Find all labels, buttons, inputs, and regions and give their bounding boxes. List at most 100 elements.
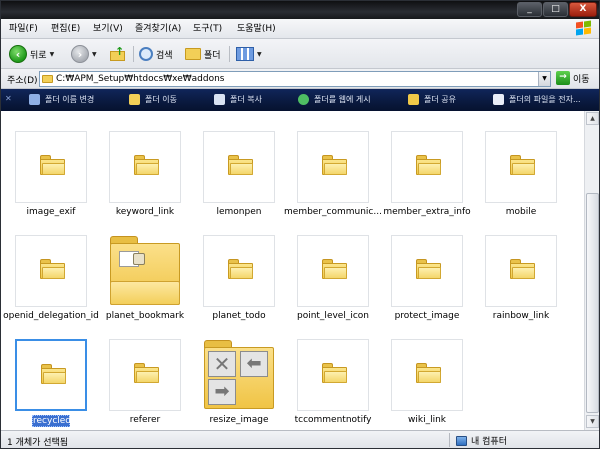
folder-item[interactable]: wiki_link (379, 339, 475, 439)
back-label: 뒤로 (30, 50, 47, 61)
go-button[interactable]: → 이동 (556, 71, 590, 85)
status-separator (449, 433, 450, 447)
status-bar: 1 개체가 선택됨 내 컴퓨터 (1, 430, 599, 448)
folder-tasks-bar: ✕ 폴더 이름 변경 폴더 이동 폴더 복사 폴더를 웹에 게시 폴더 공유 폴… (1, 89, 599, 111)
go-arrow-icon: → (556, 71, 570, 85)
maximize-button[interactable]: □ (543, 2, 568, 17)
move-icon (129, 94, 140, 105)
up-folder-icon: ↑ (109, 45, 127, 62)
folder-name: openid_delegation_id (3, 311, 99, 321)
menu-tools[interactable]: 도구(T) (193, 23, 222, 35)
task-copy-folder[interactable]: 폴더 복사 (214, 94, 262, 105)
folder-thumbnail (297, 339, 369, 411)
folder-item[interactable]: point_level_icon (285, 235, 381, 335)
folder-icon (228, 259, 253, 279)
menu-file[interactable]: 파일(F) (9, 23, 38, 35)
folder-name: member_communic... (284, 207, 382, 217)
back-dropdown-icon[interactable]: ▼ (50, 51, 55, 58)
folder-item[interactable]: protect_image (379, 235, 475, 335)
task-publish-folder[interactable]: 폴더를 웹에 게시 (298, 94, 371, 105)
folder-item[interactable]: image_exif (3, 131, 99, 231)
folder-icon (510, 155, 535, 175)
folder-thumbnail (15, 131, 87, 203)
go-label: 이동 (573, 74, 590, 85)
folder-name: wiki_link (408, 415, 446, 425)
folder-thumbnail (109, 235, 181, 307)
copy-icon (214, 94, 225, 105)
large-folder-icon (109, 235, 181, 307)
folder-item[interactable]: ✕ ⬅ ➡ resize_image (191, 339, 287, 439)
file-list-view[interactable]: image_exif keyword_link lemonpen member_… (1, 111, 584, 430)
task-rename-folder[interactable]: 폴더 이름 변경 (29, 94, 94, 105)
folder-name: lemonpen (216, 207, 262, 217)
folder-name: planet_bookmark (105, 311, 185, 321)
folder-icon (41, 364, 66, 384)
folder-icon (40, 259, 65, 279)
up-folder-button[interactable]: ↑ (109, 43, 127, 65)
address-dropdown-icon[interactable]: ▼ (538, 72, 550, 86)
folder-thumbnail (15, 339, 87, 411)
folder-item[interactable]: tccommentnotify (285, 339, 381, 439)
folder-item[interactable]: member_extra_info (379, 131, 475, 231)
folder-item[interactable]: rainbow_link (473, 235, 569, 335)
task-share-folder[interactable]: 폴더 공유 (408, 94, 456, 105)
folder-thumbnail (297, 235, 369, 307)
task-email-files[interactable]: 폴더의 파일을 전자... (493, 94, 581, 105)
views-dropdown-icon: ▼ (257, 50, 262, 58)
menu-favorites[interactable]: 즐겨찾기(A) (135, 23, 181, 35)
folder-icon (42, 75, 53, 83)
folder-thumbnail (391, 235, 463, 307)
delete-x-icon: ✕ (208, 351, 236, 377)
task-label: 폴더 이동 (145, 95, 177, 104)
folder-icon (134, 363, 159, 383)
folder-item[interactable]: openid_delegation_id (3, 235, 99, 335)
email-icon (493, 94, 504, 105)
folder-name: member_extra_info (383, 207, 471, 217)
task-label: 폴더 복사 (230, 95, 262, 104)
folder-icon (416, 259, 441, 279)
task-move-folder[interactable]: 폴더 이동 (129, 94, 177, 105)
menu-view[interactable]: 보기(V) (93, 23, 123, 35)
folder-item[interactable]: referer (97, 339, 193, 439)
close-tasks-icon[interactable]: ✕ (5, 94, 12, 103)
scroll-down-icon[interactable]: ▼ (586, 415, 599, 428)
folder-icon (416, 363, 441, 383)
title-bar[interactable]: _ □ X (1, 1, 599, 19)
my-computer-icon (456, 435, 467, 446)
back-button[interactable]: ‹ 뒤로 ▼ (9, 43, 54, 65)
search-button[interactable]: 검색 (139, 43, 173, 65)
scroll-up-icon[interactable]: ▲ (586, 112, 599, 125)
vertical-scrollbar[interactable]: ▲ ▼ (584, 111, 599, 430)
folder-name: image_exif (26, 207, 76, 217)
folder-item[interactable]: mobile (473, 131, 569, 231)
folder-item[interactable]: planet_todo (191, 235, 287, 335)
address-bar: 주소(D) C:₩APM_Setup₩htdocs₩xe₩addons ▼ → … (1, 69, 599, 89)
folder-item[interactable]: lemonpen (191, 131, 287, 231)
folder-thumbnail (391, 131, 463, 203)
large-folder-icon: ✕ ⬅ ➡ (203, 339, 275, 411)
folder-item-selected[interactable]: recycled (3, 339, 99, 439)
scroll-thumb[interactable] (586, 193, 599, 413)
close-button[interactable]: X (569, 2, 597, 17)
address-label: 주소(D) (7, 76, 38, 86)
folders-button[interactable]: 폴더 (185, 43, 221, 65)
folder-name: point_level_icon (296, 311, 369, 321)
task-label: 폴더 공유 (424, 95, 456, 104)
address-input[interactable]: C:₩APM_Setup₩htdocs₩xe₩addons ▼ (39, 71, 551, 87)
folder-item[interactable]: member_communic... (284, 131, 382, 231)
folder-item[interactable]: keyword_link (97, 131, 193, 231)
folder-thumbnail (203, 235, 275, 307)
minimize-button[interactable]: _ (517, 2, 542, 17)
forward-button[interactable]: › ▼ (71, 43, 97, 65)
views-button[interactable]: ▼ (236, 43, 262, 65)
menu-edit[interactable]: 편집(E) (51, 23, 80, 35)
forward-dropdown-icon[interactable]: ▼ (92, 51, 97, 58)
task-label: 폴더의 파일을 전자... (509, 95, 581, 104)
task-label: 폴더 이름 변경 (45, 95, 95, 104)
folder-icon (510, 259, 535, 279)
search-icon (139, 47, 153, 61)
folder-thumbnail (485, 131, 557, 203)
menu-help[interactable]: 도움말(H) (237, 23, 276, 35)
folder-thumbnail (391, 339, 463, 411)
folder-item[interactable]: planet_bookmark (97, 235, 193, 335)
